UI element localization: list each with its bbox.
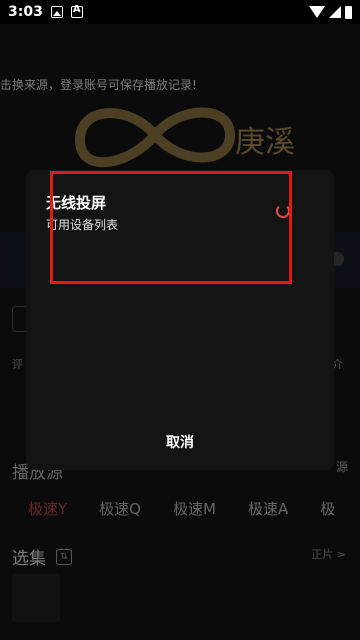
cast-dialog: 无线投屏 可用设备列表 取消: [26, 170, 334, 470]
dialog-title: 无线投屏: [46, 194, 107, 212]
wifi-icon: [309, 6, 325, 18]
status-bar: 3:03: [0, 0, 360, 24]
dialog-subtitle: 可用设备列表: [46, 218, 119, 232]
signal-icon: [329, 6, 341, 18]
battery-icon: [345, 5, 352, 19]
a-notification-icon: [70, 4, 83, 18]
loading-spinner-icon: [276, 204, 290, 218]
image-notification-icon: [50, 6, 63, 18]
status-right-icons: [309, 5, 352, 19]
cancel-button[interactable]: 取消: [26, 432, 334, 452]
status-time: 3:03: [8, 4, 43, 20]
